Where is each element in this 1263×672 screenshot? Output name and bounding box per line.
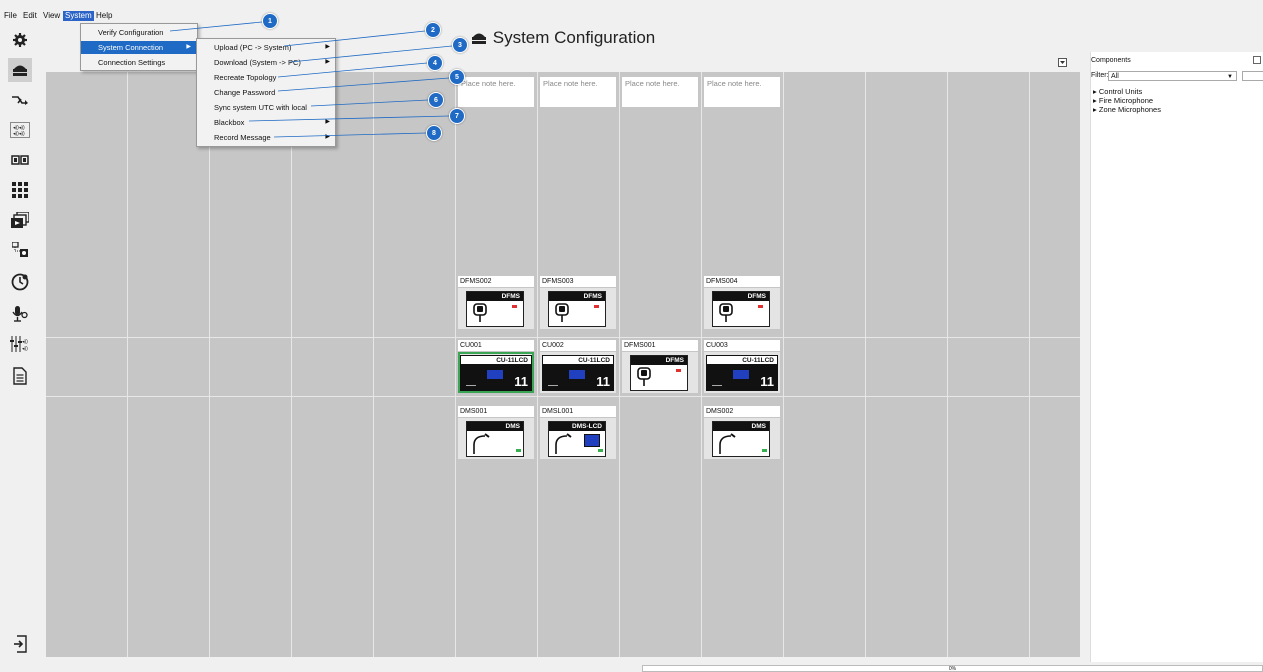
filter-value: All xyxy=(1111,73,1119,80)
callout-leader-lines xyxy=(169,21,453,138)
callout-badge: 7 xyxy=(449,108,465,124)
search-input[interactable] xyxy=(1242,71,1263,81)
callout-badge: 3 xyxy=(452,37,468,53)
callout-badge: 4 xyxy=(427,55,443,71)
dock-icon[interactable] xyxy=(1253,56,1261,64)
tree-item-control-units[interactable]: ▸ Control Units xyxy=(1093,87,1142,96)
callout-badge: 8 xyxy=(426,125,442,141)
filter-label: Filter: xyxy=(1091,72,1109,79)
callout-badge: 2 xyxy=(425,22,441,38)
tree-item-label: Fire Microphone xyxy=(1098,96,1154,105)
filter-select[interactable]: All ▼ xyxy=(1108,71,1237,81)
callout-badge: 5 xyxy=(449,69,465,85)
tree-item-label: Control Units xyxy=(1098,87,1143,96)
progress-bar: 0% xyxy=(642,665,1263,672)
components-title: Components xyxy=(1091,57,1131,64)
progress-text: 0% xyxy=(948,666,957,672)
callout-badge: 6 xyxy=(428,92,444,108)
callout-badge: 1 xyxy=(262,13,278,29)
components-panel: Components Filter: All ▼ ▸ Control Units … xyxy=(1090,52,1263,662)
chevron-down-icon: ▼ xyxy=(1227,74,1233,80)
tree-item-label: Zone Microphones xyxy=(1098,105,1161,114)
tree-item-zone-microphones[interactable]: ▸ Zone Microphones xyxy=(1093,105,1161,114)
tree-item-fire-microphone[interactable]: ▸ Fire Microphone xyxy=(1093,96,1153,105)
